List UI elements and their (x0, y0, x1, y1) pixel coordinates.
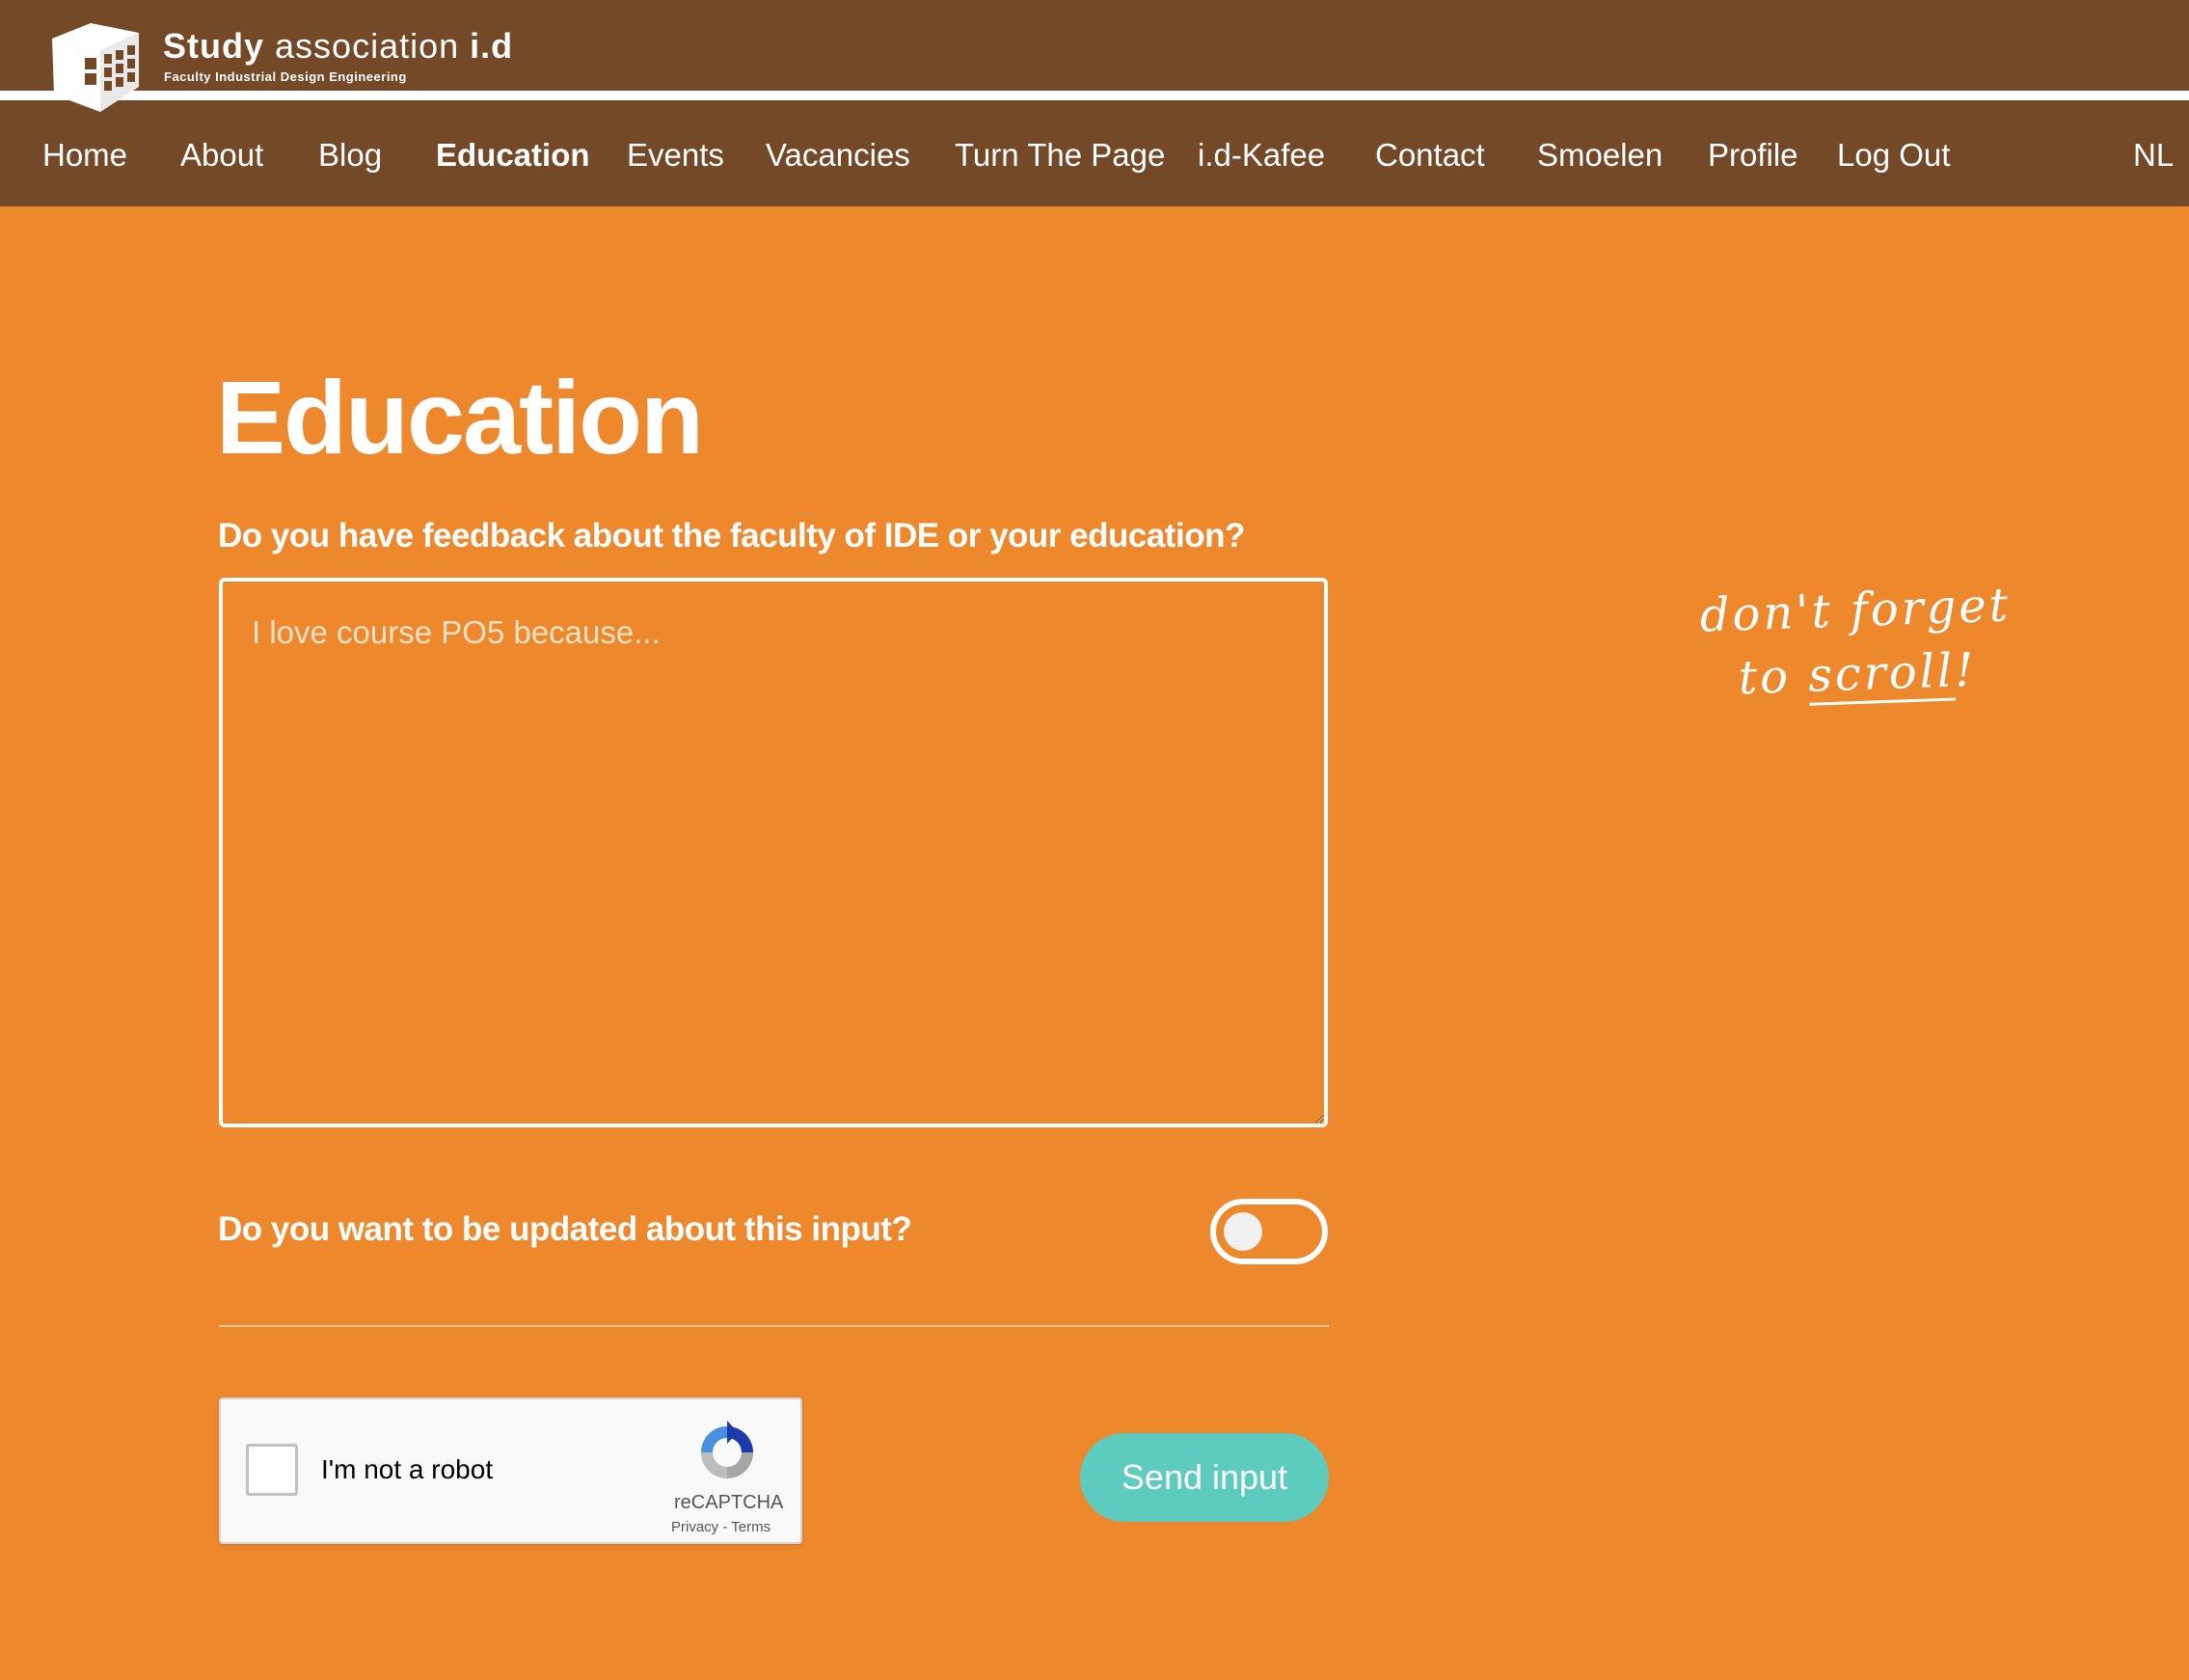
recaptcha-widget: I'm not a robot reCAPTCHA Privacy - Term… (219, 1397, 802, 1544)
feedback-question: Do you have feedback about the faculty o… (218, 517, 1245, 555)
scroll-hint-line2: to scroll! (1697, 637, 2017, 711)
brand-title-tag: i.d (470, 26, 514, 66)
update-question: Do you want to be updated about this inp… (218, 1210, 912, 1248)
nav-item-home[interactable]: Home (42, 137, 127, 174)
send-input-button[interactable]: Send input (1080, 1433, 1329, 1522)
nav-item-vacancies[interactable]: Vacancies (766, 137, 910, 174)
nav-item-education[interactable]: Education (436, 137, 590, 174)
nav-item-profile[interactable]: Profile (1708, 137, 1798, 174)
brand-subtitle: Faculty Industrial Design Engineering (164, 69, 407, 84)
recaptcha-logo-icon (693, 1419, 761, 1486)
recaptcha-checkbox[interactable] (246, 1444, 298, 1496)
recaptcha-label: I'm not a robot (321, 1454, 494, 1484)
brand-title: Study association i.d (163, 25, 513, 68)
logo-icon[interactable] (46, 19, 143, 116)
scroll-hint-underlined: scroll (1807, 643, 1957, 706)
feedback-input[interactable] (219, 578, 1328, 1127)
nav-item-blog[interactable]: Blog (318, 137, 382, 174)
header-divider (0, 91, 2189, 100)
nav-item-smoelen[interactable]: Smoelen (1537, 137, 1662, 174)
scroll-hint-line1: don't forget (1698, 578, 2012, 643)
scroll-hint-prefix: to (1737, 648, 1810, 706)
update-toggle[interactable] (1210, 1199, 1328, 1264)
nav-item-log-out[interactable]: Log Out (1837, 137, 1950, 174)
nav-item-turn-the-page[interactable]: Turn The Page (955, 137, 1165, 174)
form-divider (219, 1325, 1329, 1327)
nav-item-id-kafee[interactable]: i.d-Kafee (1198, 137, 1325, 174)
brand-title-rest: association (275, 26, 460, 66)
scroll-hint: don't forget to scroll! (1695, 573, 2017, 711)
recaptcha-links[interactable]: Privacy - Terms (671, 1519, 770, 1535)
toggle-knob (1224, 1212, 1262, 1251)
nav-item-about[interactable]: About (180, 137, 263, 174)
brand-title-bold: Study (163, 26, 265, 66)
nav-item-events[interactable]: Events (627, 137, 724, 174)
site-header: Study association i.d Faculty Industrial… (0, 0, 2189, 206)
language-switch[interactable]: NL (2133, 137, 2174, 174)
scroll-hint-suffix: ! (1954, 642, 1978, 698)
nav-item-contact[interactable]: Contact (1375, 137, 1485, 174)
page-title: Education (216, 359, 704, 475)
recaptcha-brand: reCAPTCHA (674, 1492, 784, 1513)
